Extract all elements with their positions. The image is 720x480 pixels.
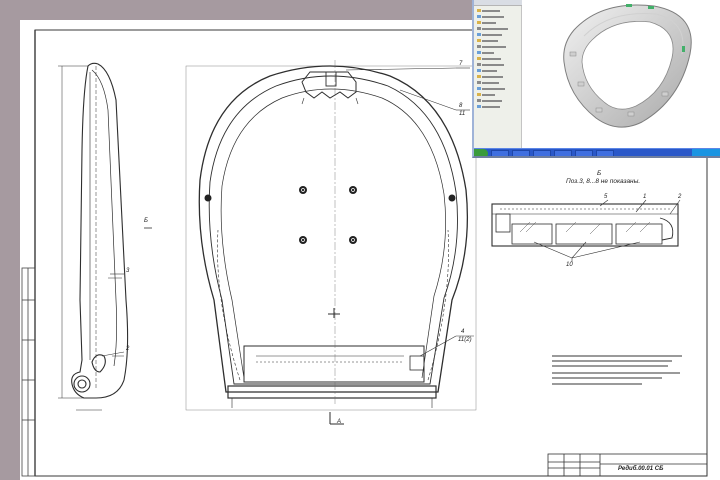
windows-taskbar <box>474 148 720 156</box>
feature-tree-item[interactable] <box>477 69 497 73</box>
note-line <box>552 360 672 362</box>
front-leaders <box>101 67 474 357</box>
feature-tree-item[interactable] <box>477 45 506 49</box>
feature-tree-item[interactable] <box>477 27 508 31</box>
feature-tree-item[interactable] <box>477 105 500 109</box>
note-line <box>552 377 662 379</box>
taskbar-button[interactable] <box>554 150 572 156</box>
feature-tree-item[interactable] <box>477 57 501 61</box>
feature-icon <box>477 9 481 12</box>
note-line <box>552 365 668 367</box>
feature-label <box>482 16 504 18</box>
feature-label <box>482 100 502 102</box>
feature-icon <box>477 21 481 24</box>
section-title: Б <box>597 170 602 177</box>
feature-icon <box>477 87 481 90</box>
start-button[interactable] <box>474 149 488 156</box>
feature-icon <box>477 33 481 36</box>
feature-label <box>482 88 505 90</box>
feature-tree-item[interactable] <box>477 63 504 67</box>
feature-label <box>482 28 508 30</box>
feature-icon <box>477 57 481 60</box>
cad-window[interactable] <box>472 0 720 158</box>
note-line <box>552 355 682 357</box>
note-line <box>552 383 642 385</box>
feature-tree-item[interactable] <box>477 33 502 37</box>
callout-right-1: 1 <box>643 194 647 200</box>
section-note: Поз.3, 8...8 не показаны. <box>566 178 641 185</box>
feature-label <box>482 40 498 42</box>
note-line <box>552 372 680 374</box>
feature-tree-item[interactable] <box>477 81 499 85</box>
model-viewport[interactable] <box>522 0 720 148</box>
taskbar-button[interactable] <box>596 150 614 156</box>
tree-toolbar[interactable] <box>474 0 522 6</box>
feature-label <box>482 58 501 60</box>
hole-rings <box>301 188 355 242</box>
feature-icon <box>477 51 481 54</box>
feature-icon <box>477 39 481 42</box>
system-tray[interactable] <box>692 149 720 156</box>
feature-icon <box>477 69 481 72</box>
callout-bottom-11: 11(2) <box>458 337 472 343</box>
callout-top-7: 7 <box>459 61 463 67</box>
feature-tree-item[interactable] <box>477 51 494 55</box>
drawing-number: Редиб.00.01 СБ <box>618 466 664 472</box>
feature-label <box>482 106 500 108</box>
feature-label <box>482 46 506 48</box>
feature-icon <box>477 81 481 84</box>
feature-label <box>482 64 504 66</box>
feature-icon <box>477 99 481 102</box>
side-margin-table <box>21 267 36 477</box>
feature-icon <box>477 15 481 18</box>
feature-icon <box>477 27 481 30</box>
taskbar-button[interactable] <box>533 150 551 156</box>
feature-tree-item[interactable] <box>477 21 496 25</box>
feature-icon <box>477 75 481 78</box>
callout-side-3: 3 <box>126 268 130 274</box>
feature-tree-item[interactable] <box>477 99 502 103</box>
feature-tree-item[interactable] <box>477 39 498 43</box>
taskbar-button[interactable] <box>491 150 509 156</box>
feature-icon <box>477 105 481 108</box>
feature-label <box>482 82 499 84</box>
feature-label <box>482 22 496 24</box>
taskbar-button[interactable] <box>575 150 593 156</box>
taskbar-button[interactable] <box>512 150 530 156</box>
callout-right-5: 5 <box>604 194 608 200</box>
front-view <box>185 60 477 425</box>
feature-label <box>482 34 502 36</box>
section-view <box>491 203 679 247</box>
callout-right-2: 2 <box>678 194 682 200</box>
callout-right-10: 10 <box>566 262 573 268</box>
feature-icon <box>477 93 481 96</box>
feature-label <box>482 10 500 12</box>
seat-3d-model <box>563 4 692 128</box>
callout-side-2: 2 <box>126 346 130 352</box>
callout-top-11: 11 <box>459 111 466 117</box>
title-block <box>547 453 708 477</box>
feature-tree-item[interactable] <box>477 93 495 97</box>
feature-label <box>482 94 495 96</box>
mounting-holes <box>204 186 456 244</box>
feature-icon <box>477 63 481 66</box>
feature-label <box>482 70 497 72</box>
feature-label <box>482 52 494 54</box>
feature-tree-item[interactable] <box>477 9 500 13</box>
feature-tree-item[interactable] <box>477 87 505 91</box>
feature-tree-item[interactable] <box>477 75 503 79</box>
feature-label <box>482 76 503 78</box>
bottom-view-label: А <box>337 419 342 425</box>
callout-bottom-4: 4 <box>461 329 465 335</box>
feature-icon <box>477 45 481 48</box>
callout-top-8: 8 <box>459 103 463 109</box>
side-view <box>58 62 152 411</box>
view-label: Б <box>144 218 148 224</box>
feature-tree-item[interactable] <box>477 15 504 19</box>
feature-tree[interactable] <box>474 0 536 148</box>
